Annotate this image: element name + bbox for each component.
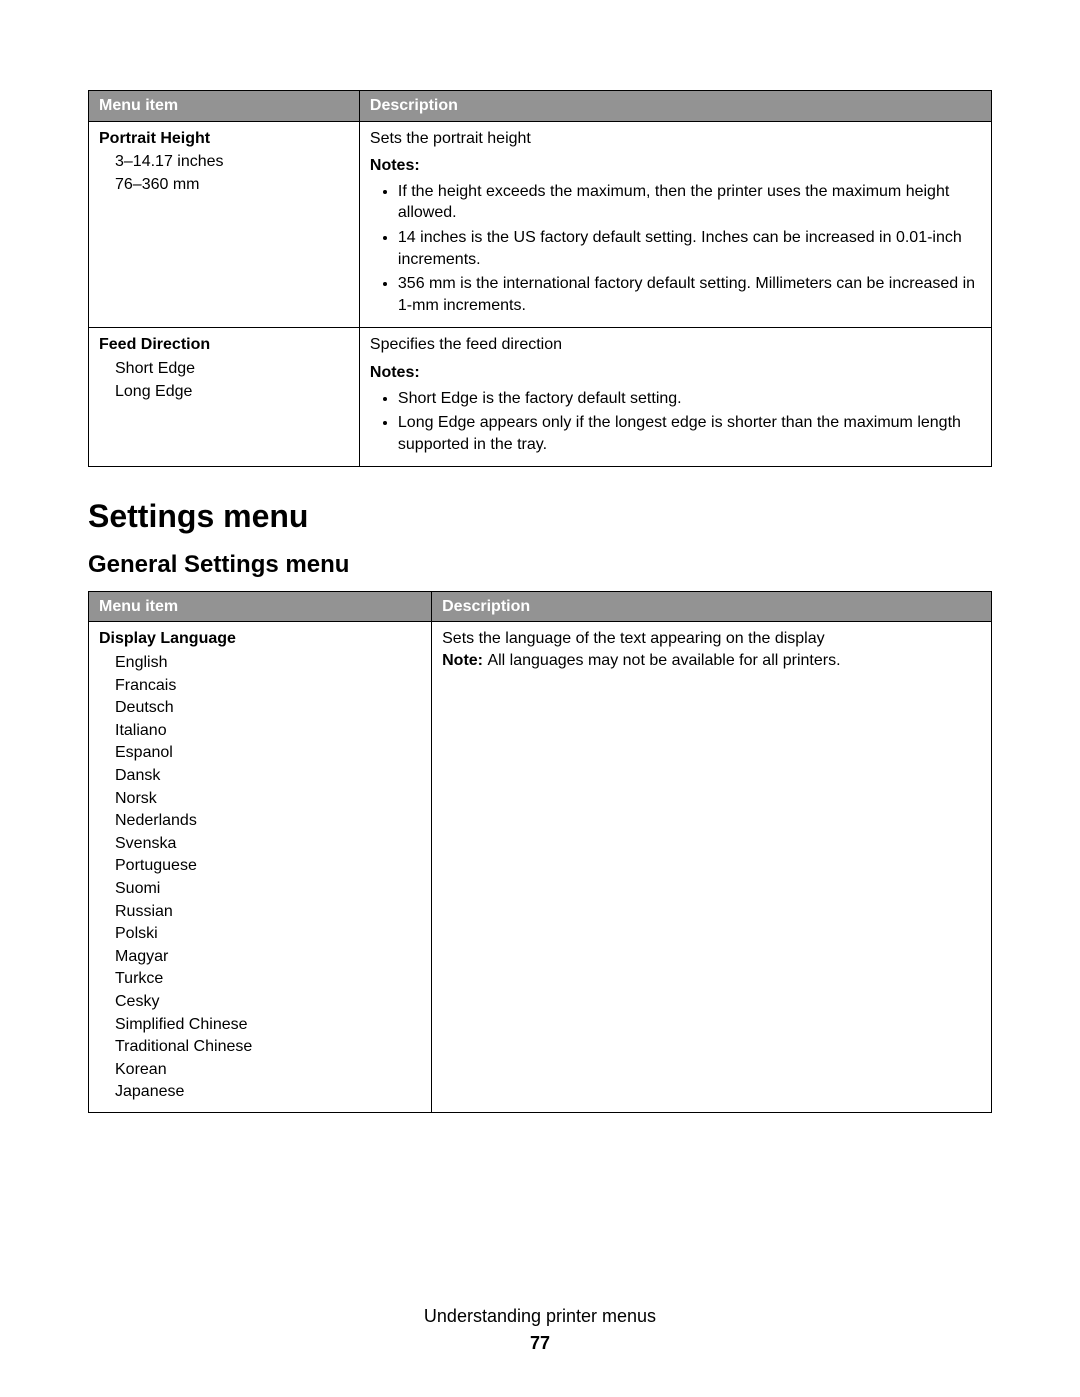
menu-item-title: Feed Direction [99, 334, 349, 356]
table1-header-menu: Menu item [89, 91, 360, 122]
menu-item-title: Portrait Height [99, 128, 349, 150]
menu-item-option: Suomi [115, 878, 421, 900]
table2-header-menu: Menu item [89, 591, 432, 622]
table2-header-desc: Description [432, 591, 992, 622]
menu-item-option: Traditional Chinese [115, 1036, 421, 1058]
inline-note: Note: All languages may not be available… [442, 650, 981, 672]
menu-item-title: Display Language [99, 628, 421, 650]
menu-item-desc: Sets the portrait height [370, 128, 981, 150]
menu-item-option: Portuguese [115, 855, 421, 877]
menu-item-option: Deutsch [115, 697, 421, 719]
note-item: Long Edge appears only if the longest ed… [398, 412, 981, 455]
table1-header-desc: Description [359, 91, 991, 122]
table-row: Feed Direction Short Edge Long Edge Spec… [89, 328, 992, 467]
menu-item-option: Svenska [115, 833, 421, 855]
menu-item-option: 76–360 mm [115, 174, 349, 196]
menu-item-desc: Specifies the feed direction [370, 334, 981, 356]
menu-item-option: Nederlands [115, 810, 421, 832]
section-heading: Settings menu [88, 495, 992, 538]
menu-item-option: Short Edge [115, 358, 349, 380]
menu-table-1: Menu item Description Portrait Height 3–… [88, 90, 992, 467]
menu-item-option: 3–14.17 inches [115, 151, 349, 173]
menu-item-option: Polski [115, 923, 421, 945]
menu-item-option: Espanol [115, 742, 421, 764]
menu-item-option: Simplified Chinese [115, 1014, 421, 1036]
menu-item-desc: Sets the language of the text appearing … [442, 628, 981, 650]
notes-label: Notes: [370, 155, 981, 177]
subsection-heading: General Settings menu [88, 549, 992, 581]
note-prefix: Note: [442, 652, 487, 669]
note-item: 356 mm is the international factory defa… [398, 273, 981, 316]
footer-page-number: 77 [0, 1331, 1080, 1355]
menu-item-option: English [115, 652, 421, 674]
menu-item-option: Long Edge [115, 381, 349, 403]
menu-item-option: Magyar [115, 946, 421, 968]
menu-item-option: Korean [115, 1059, 421, 1081]
menu-item-option: Italiano [115, 720, 421, 742]
menu-item-option: Cesky [115, 991, 421, 1013]
menu-item-option: Francais [115, 675, 421, 697]
menu-item-option: Japanese [115, 1081, 421, 1103]
note-item: 14 inches is the US factory default sett… [398, 227, 981, 270]
notes-label: Notes: [370, 362, 981, 384]
footer-title: Understanding printer menus [0, 1304, 1080, 1328]
note-text: All languages may not be available for a… [487, 652, 840, 669]
page: Menu item Description Portrait Height 3–… [0, 0, 1080, 1397]
note-item: If the height exceeds the maximum, then … [398, 181, 981, 224]
table-row: Display Language EnglishFrancaisDeutschI… [89, 622, 992, 1112]
menu-item-option: Norsk [115, 788, 421, 810]
note-item: Short Edge is the factory default settin… [398, 388, 981, 410]
menu-item-option: Dansk [115, 765, 421, 787]
page-footer: Understanding printer menus 77 [0, 1304, 1080, 1355]
menu-table-2: Menu item Description Display Language E… [88, 591, 992, 1113]
menu-item-option: Turkce [115, 968, 421, 990]
table-row: Portrait Height 3–14.17 inches 76–360 mm… [89, 121, 992, 328]
menu-item-option: Russian [115, 901, 421, 923]
